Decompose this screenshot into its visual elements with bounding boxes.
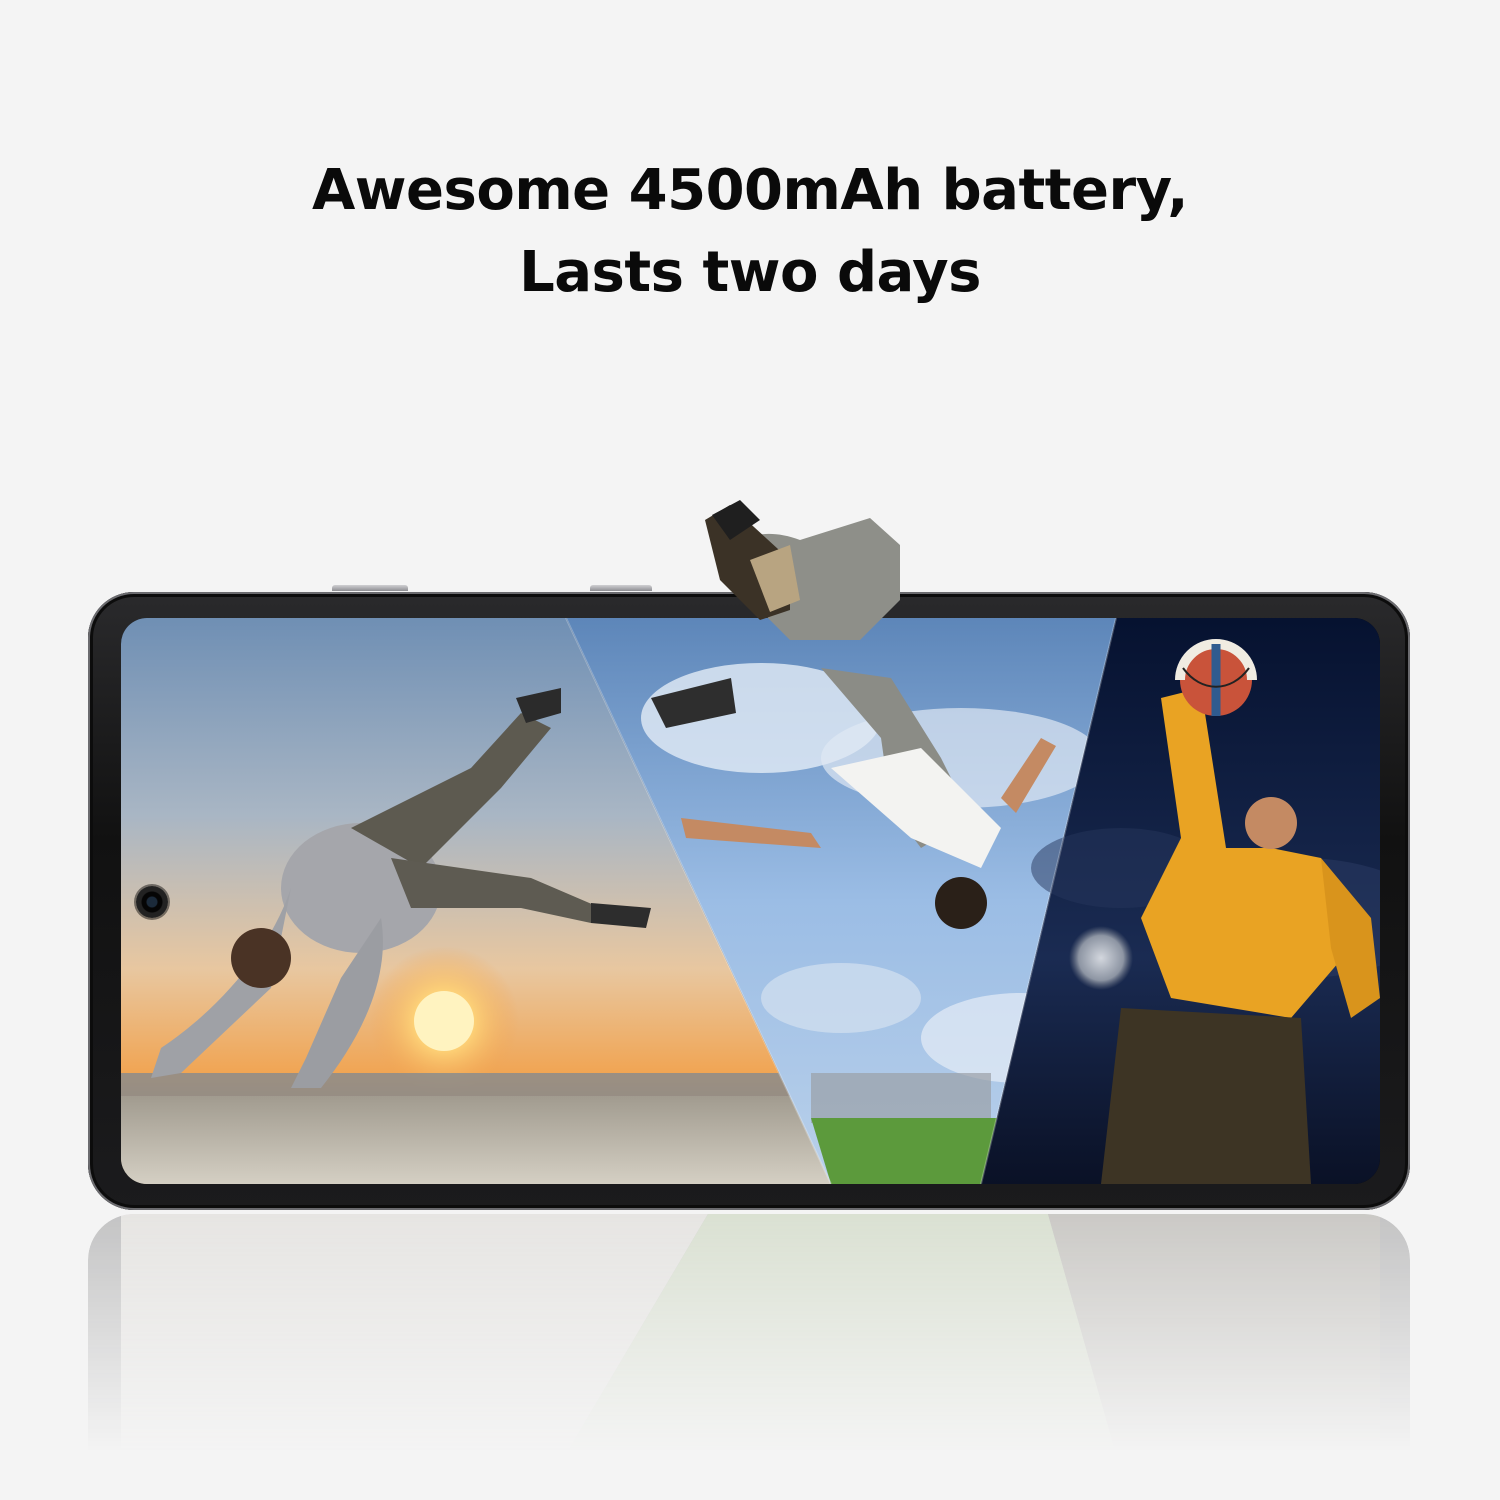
phone-reflection xyxy=(88,1214,1410,1454)
camera-punch-hole-icon xyxy=(136,886,168,918)
headline: Awesome 4500mAh battery, Lasts two days xyxy=(0,150,1500,314)
power-button xyxy=(590,585,652,591)
phone-screen xyxy=(121,618,1380,1184)
headline-line-2: Lasts two days xyxy=(519,240,981,305)
headline-line-1: Awesome 4500mAh battery, xyxy=(311,158,1189,223)
volume-button xyxy=(332,585,408,591)
